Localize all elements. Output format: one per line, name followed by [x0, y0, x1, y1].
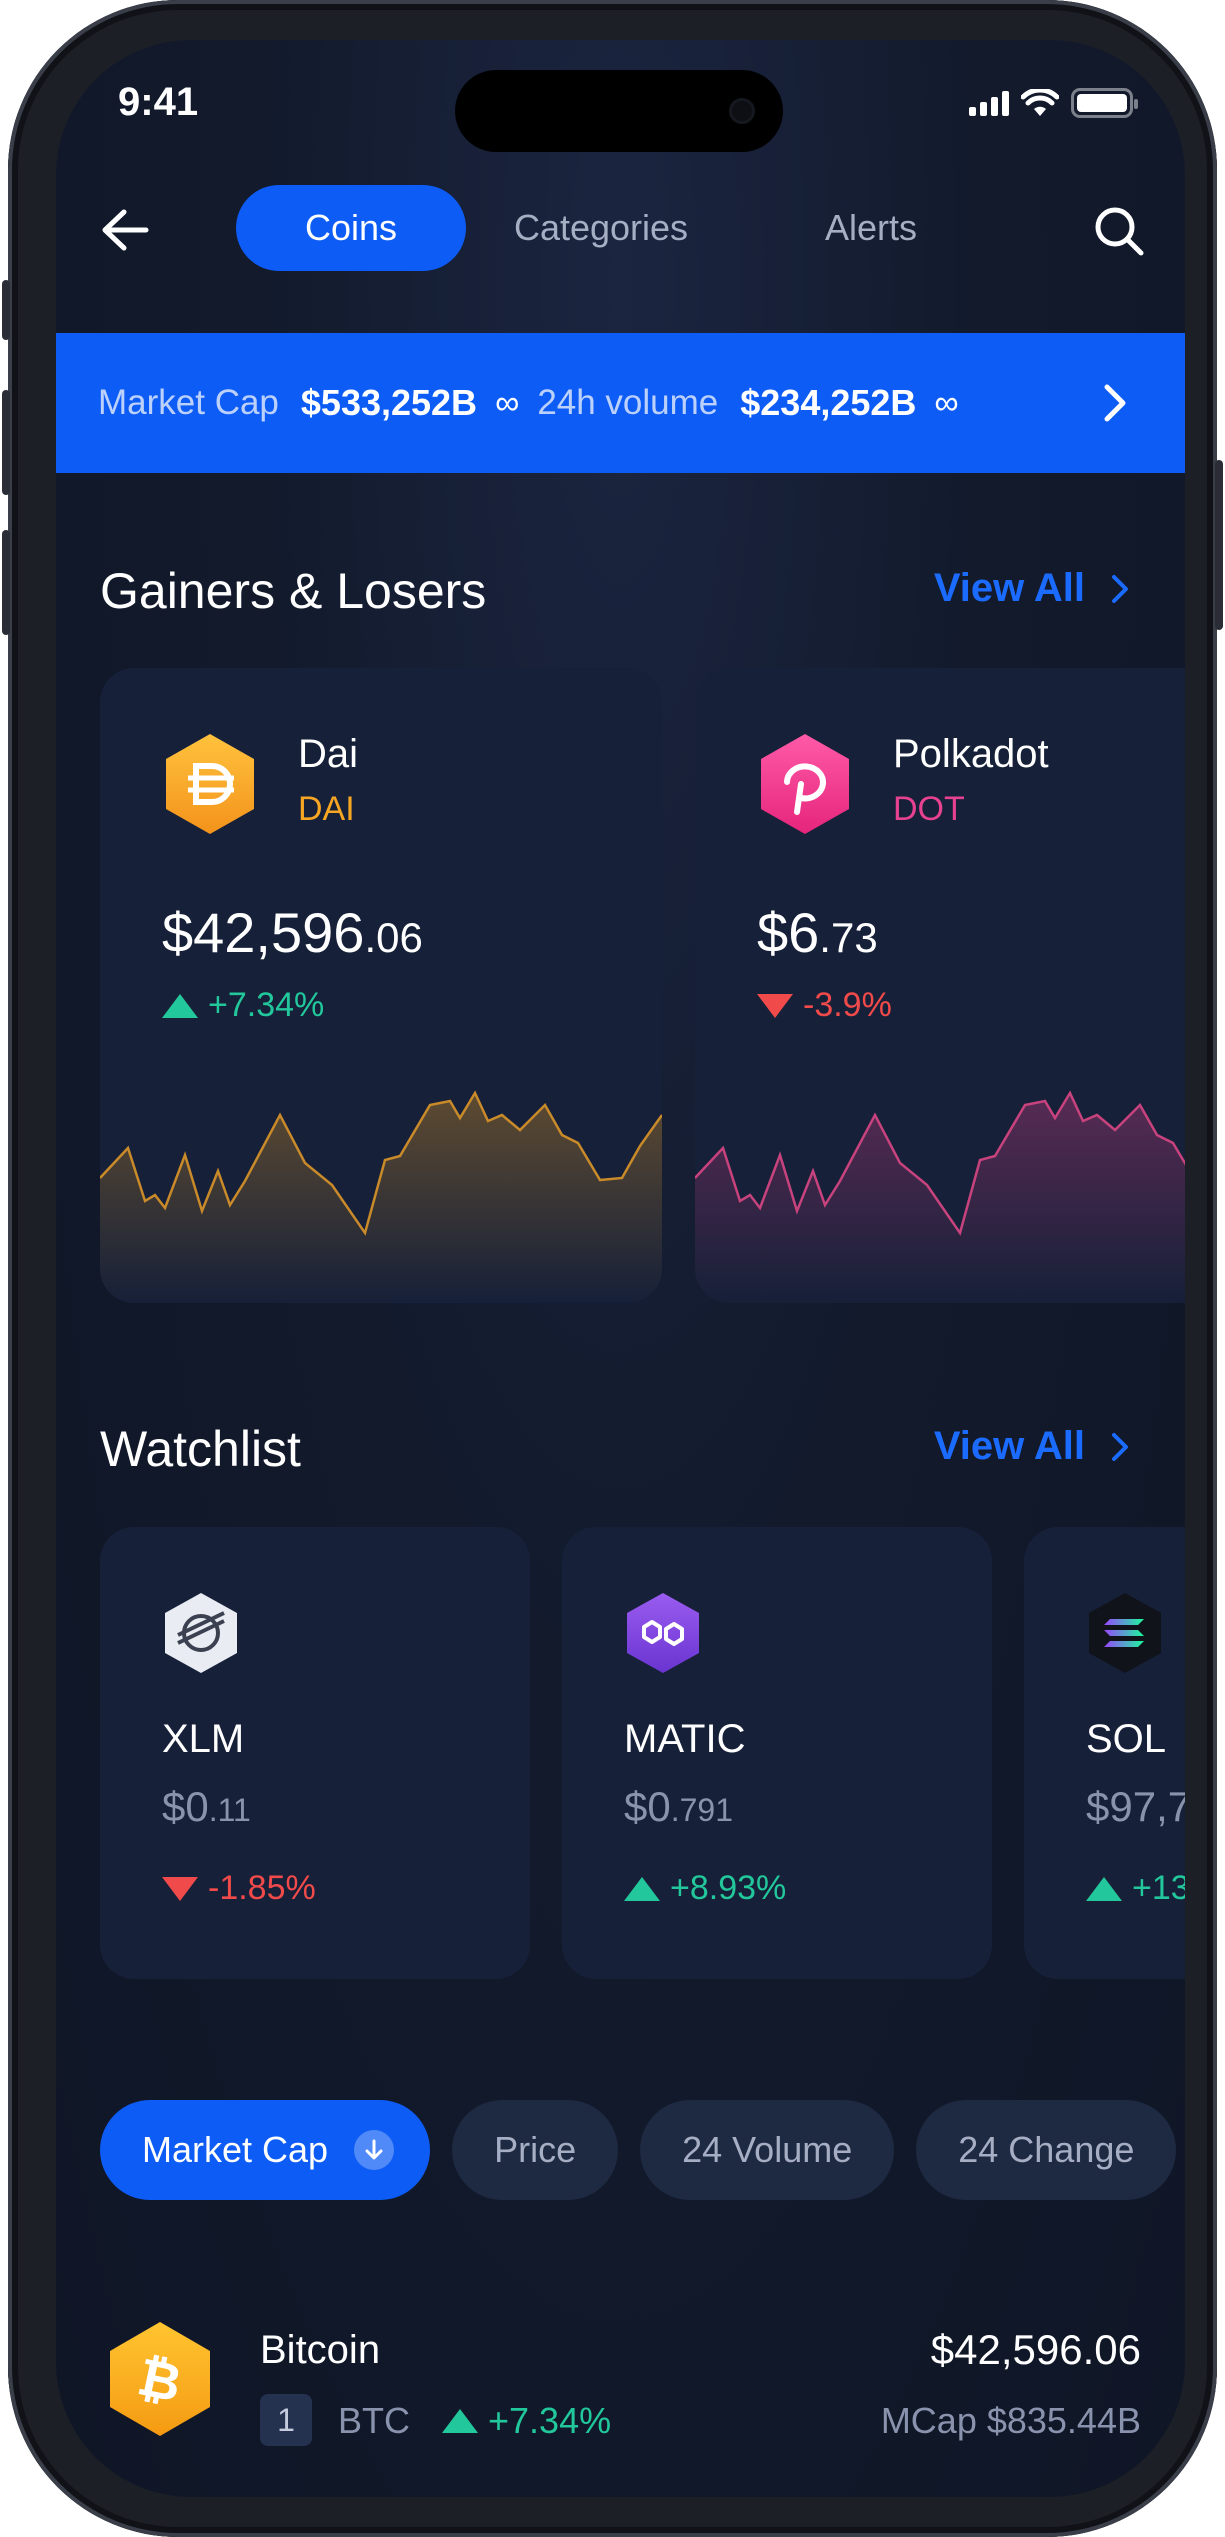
coin-market-cap: MCap $835.44B [880, 2400, 1141, 2441]
up-triangle-icon [624, 1876, 660, 1901]
coin-price: $42,596.06 [930, 2326, 1141, 2373]
polkadot-logo-icon [761, 734, 849, 834]
view-all-label: View All [933, 566, 1085, 610]
down-triangle-icon [757, 993, 793, 1018]
battery-icon [1071, 88, 1138, 118]
filter-price[interactable]: Price [452, 2100, 619, 2200]
up-triangle-icon [442, 2409, 478, 2433]
coin-symbol: SOL [1086, 1717, 1167, 1761]
gainer-card-dai[interactable]: Dai DAI $42,596.06 +7.34% [100, 668, 662, 1303]
cellular-signal-icon [969, 90, 1009, 116]
solana-icon [1089, 1593, 1161, 1673]
price-change: +13 [1086, 1869, 1185, 1908]
up-triangle-icon [1086, 1876, 1122, 1901]
coin-price: $42,596.06 [162, 901, 423, 964]
action-button [2, 280, 10, 340]
volume-down-button [2, 530, 10, 635]
gainer-card-polkadot[interactable]: Polkadot DOT $6.73 -3.9% [695, 668, 1185, 1303]
coin-row-bitcoin[interactable]: ₿ Bitcoin 1 BTC +7.34% $42,596.06 MCap $… [56, 2290, 1185, 2470]
price-change: +7.34% [162, 986, 324, 1025]
back-arrow-icon[interactable] [100, 207, 150, 253]
down-triangle-icon [162, 1876, 198, 1901]
coin-price: $0.791 [624, 1783, 733, 1830]
status-icons [969, 88, 1138, 118]
coin-symbol: BTC [338, 2400, 410, 2441]
gainers-losers-title: Gainers & Losers [100, 563, 487, 619]
filter-24-change[interactable]: 24 Change [916, 2100, 1177, 2200]
view-all-label: View All [933, 1424, 1085, 1468]
coin-symbol: DAI [298, 790, 355, 828]
top-navigation: Coins Categories Alerts [56, 185, 1185, 275]
phone-frame: 9:41 Coins Categories Alerts Market Cap … [2, 0, 1223, 2537]
ticker-fade [985, 333, 1185, 473]
polygon-icon [627, 1593, 699, 1673]
infinity-separator-icon: ∞ [495, 383, 520, 422]
price-change: -1.85% [162, 1869, 316, 1908]
up-triangle-icon [162, 993, 198, 1018]
price-change: -3.9% [757, 986, 892, 1025]
bitcoin-logo-icon: ₿ [110, 2322, 210, 2436]
tab-coins[interactable]: Coins [236, 185, 466, 271]
tab-alerts[interactable]: Alerts [736, 185, 1006, 271]
price-change: +8.93% [624, 1869, 786, 1908]
filter-24-volume[interactable]: 24 Volume [640, 2100, 895, 2200]
sparkline-chart [100, 1090, 662, 1303]
coin-symbol: MATIC [624, 1717, 746, 1761]
tab-categories[interactable]: Categories [466, 185, 736, 271]
infinity-separator-icon: ∞ [934, 383, 959, 422]
tab-bar: Coins Categories Alerts [236, 185, 1006, 271]
market-cap-value: $533,252B [300, 382, 478, 423]
coin-symbol: DOT [893, 790, 965, 828]
volume-label: 24h volume [537, 383, 719, 422]
filter-market-cap[interactable]: Market Cap [100, 2100, 431, 2200]
sort-filter-bar: Market Cap Price 24 Volume 24 Change [100, 2100, 1177, 2200]
coin-name: Dai [298, 732, 359, 776]
search-icon[interactable] [1093, 205, 1145, 257]
coin-name: Bitcoin [260, 2328, 381, 2372]
rank-badge: 1 [260, 2394, 312, 2446]
stellar-icon [165, 1593, 237, 1673]
coin-price: $6.73 [757, 901, 878, 964]
coin-symbol: XLM [162, 1717, 245, 1761]
coin-name: Polkadot [893, 732, 1049, 776]
chevron-right-icon [1112, 1432, 1128, 1461]
coin-price: $0.11 [162, 1783, 251, 1830]
wifi-icon [1021, 89, 1059, 116]
volume-up-button [2, 390, 10, 495]
market-ticker: Market Cap $533,252B ∞ 24h volume $234,2… [56, 333, 1185, 473]
price-change: +7.34% [442, 2400, 611, 2442]
dynamic-island [455, 70, 783, 152]
chevron-right-icon[interactable] [1103, 383, 1127, 423]
watchlist-title: Watchlist [100, 1421, 301, 1477]
coin-price: $97,7 [1086, 1783, 1185, 1830]
volume-value: $234,252B [740, 382, 917, 423]
chevron-right-icon [1112, 574, 1128, 603]
app-screen: 9:41 Coins Categories Alerts Market Cap … [56, 40, 1185, 2497]
watchlist-card-matic[interactable]: MATIC $0.791 +8.93% [562, 1527, 992, 1979]
gainers-view-all-link[interactable]: View All [934, 566, 1129, 611]
power-button [1215, 460, 1223, 630]
sparkline-chart [695, 1090, 1185, 1303]
market-cap-label: Market Cap [98, 383, 279, 422]
dai-logo-icon [166, 734, 254, 834]
sort-arrow-down-icon [354, 2130, 395, 2170]
watchlist-card-sol[interactable]: SOL $97,7 +13 [1024, 1527, 1185, 1979]
status-time: 9:41 [118, 80, 199, 124]
watchlist-card-xlm[interactable]: XLM $0.11 -1.85% [100, 1527, 530, 1979]
watchlist-view-all-link[interactable]: View All [934, 1424, 1129, 1469]
